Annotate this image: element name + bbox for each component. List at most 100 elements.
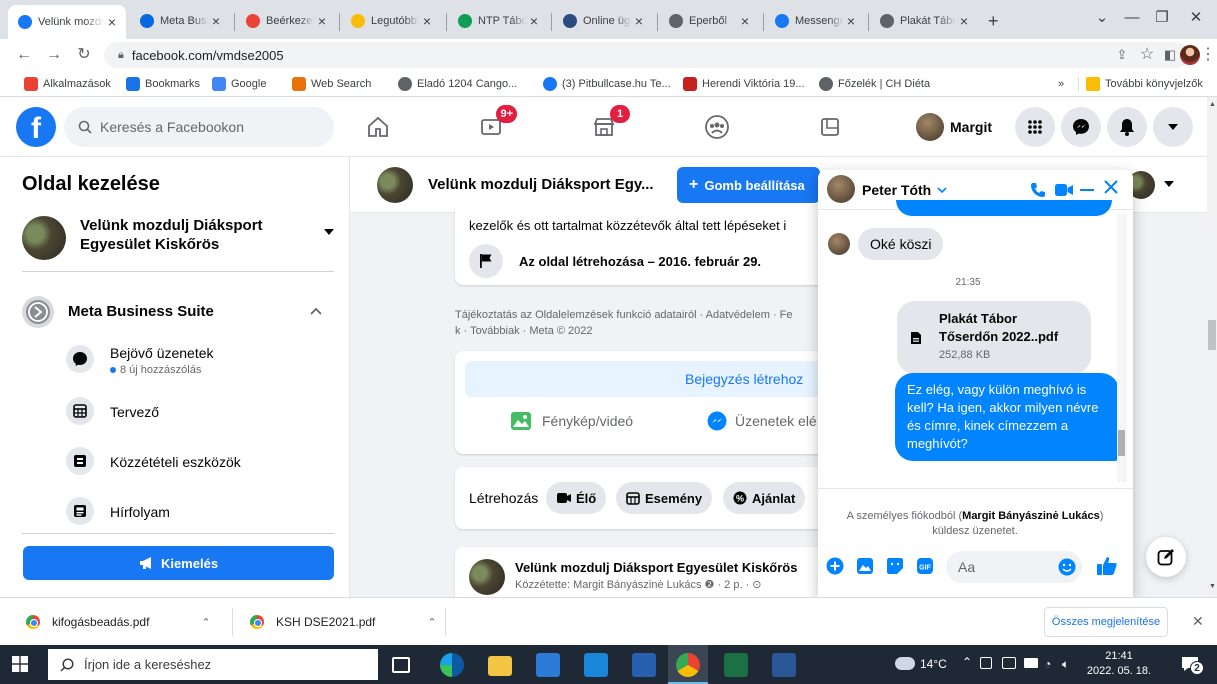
browser-tab[interactable]: Online ügy × xyxy=(553,7,653,35)
gallery-icon[interactable] xyxy=(856,557,874,575)
windows-search-box[interactable]: Írjon ide a kereséshez xyxy=(48,649,378,680)
menu-grid-icon[interactable] xyxy=(1015,107,1055,147)
chevron-up-icon[interactable]: ⌃ xyxy=(427,616,436,629)
close-chat-icon[interactable] xyxy=(1104,180,1118,194)
incoming-message[interactable]: Oké köszi xyxy=(858,228,944,260)
sidebar-item-planner[interactable]: Tervező xyxy=(110,404,159,420)
account-menu-icon[interactable] xyxy=(1153,107,1193,147)
file-explorer-icon[interactable] xyxy=(488,656,512,676)
browser-tab[interactable]: Legutóbbi × xyxy=(341,7,441,35)
close-downloads-icon[interactable]: ✕ xyxy=(1192,613,1204,630)
profile-chip[interactable]: Margit xyxy=(916,111,992,143)
back-icon[interactable]: ← xyxy=(14,45,34,65)
excel-icon[interactable] xyxy=(724,653,748,677)
chat-contact-avatar[interactable] xyxy=(827,175,855,203)
facebook-search[interactable]: Keresés a Facebookon xyxy=(64,107,334,147)
marketplace-icon[interactable]: 1 xyxy=(586,105,630,145)
messenger-icon[interactable] xyxy=(1061,107,1101,147)
voice-call-icon[interactable] xyxy=(1030,182,1046,198)
sidebar-item-news-feed[interactable]: Hírfolyam xyxy=(110,504,170,520)
attachment-card[interactable]: Plakát Tábor Tőserdőn 2022..pdf 252,88 K… xyxy=(897,301,1091,374)
video-call-icon[interactable] xyxy=(1054,182,1074,198)
browser-tab[interactable]: Velünk mozdulj× xyxy=(8,5,126,39)
messages-button[interactable]: Üzenetek elé xyxy=(707,411,817,431)
chrome-icon[interactable] xyxy=(676,653,700,677)
sidebar-item-inbox[interactable]: Bejövő üzenetek xyxy=(110,345,214,361)
download-item[interactable]: kifogásbeadás.pdf ⌃ xyxy=(26,612,211,632)
sticker-icon[interactable] xyxy=(886,557,904,575)
bookmark-item[interactable]: Eladó 1204 Cango... xyxy=(398,76,517,92)
word-icon[interactable] xyxy=(772,653,796,677)
add-plus-icon[interactable] xyxy=(826,557,844,575)
tray-screen-icon[interactable] xyxy=(1002,657,1016,669)
chat-scroll-thumb[interactable] xyxy=(1118,430,1125,456)
bookmark-item[interactable]: Herendi Viktória 19... xyxy=(683,76,805,92)
volume-icon[interactable]: 🔈︎ xyxy=(1062,657,1069,672)
weather-cloud-icon[interactable] xyxy=(895,657,915,670)
show-all-downloads-button[interactable]: Összes megjelenítése xyxy=(1044,607,1168,637)
browser-tab[interactable]: NTP Tábor× xyxy=(448,7,548,35)
facebook-logo-icon[interactable]: f xyxy=(16,107,56,147)
scroll-down-arrow-icon[interactable]: ▼ xyxy=(1209,583,1216,590)
share-icon[interactable]: ⇪ xyxy=(1112,45,1132,65)
browser-tab[interactable]: Meta Business× xyxy=(130,7,230,35)
tab-close-icon[interactable]: × xyxy=(419,13,435,29)
save-app-icon[interactable] xyxy=(632,653,656,677)
bookmarks-overflow[interactable]: » xyxy=(1058,76,1064,92)
new-message-button[interactable] xyxy=(1146,537,1186,577)
reload-icon[interactable]: ↻ xyxy=(74,45,94,65)
bookmark-item[interactable]: (3) Pitbullcase.hu Te... xyxy=(543,76,671,92)
post-author-avatar[interactable] xyxy=(469,559,505,595)
message-input[interactable]: Aa xyxy=(946,551,1082,583)
store-icon[interactable] xyxy=(536,653,560,677)
bookmark-item[interactable]: Bookmarks xyxy=(126,76,200,92)
wifi-icon[interactable]: ◔ xyxy=(1044,657,1051,671)
offer-button[interactable]: % Ajánlat xyxy=(723,482,806,514)
side-panel-icon[interactable]: ◧ xyxy=(1160,45,1180,65)
tab-close-icon[interactable]: × xyxy=(956,13,972,29)
edge-icon[interactable] xyxy=(440,653,464,677)
browser-tab[interactable]: Messenger× xyxy=(765,7,865,35)
page-name[interactable]: Velünk mozdulj Diáksport Egyesület Kiskő… xyxy=(80,216,290,254)
windows-start-icon[interactable] xyxy=(12,656,28,672)
tab-close-icon[interactable]: × xyxy=(104,14,120,30)
tab-close-icon[interactable]: × xyxy=(208,13,224,29)
outgoing-message[interactable]: Ez elég, vagy külön meghívó is kell? Ha … xyxy=(895,373,1119,461)
page-scrollbar[interactable]: ▲ ▼ xyxy=(1207,97,1217,597)
notifications-bell-icon[interactable] xyxy=(1107,107,1147,147)
taskbar-clock[interactable]: 21:41 2022. 05. 18. xyxy=(1084,649,1154,679)
promote-button[interactable]: Kiemelés xyxy=(23,546,334,580)
gif-icon[interactable]: GIF xyxy=(916,557,934,575)
chat-contact[interactable]: Peter Tóth xyxy=(862,182,947,198)
setup-button[interactable]: + Gomb beállítása xyxy=(677,167,820,203)
page-footer-links[interactable]: Tájékoztatás az Oldalelemzések funkció a… xyxy=(455,307,793,339)
emoji-icon[interactable] xyxy=(1058,558,1076,576)
browser-tab[interactable]: Beérkezett × xyxy=(236,7,336,35)
address-bar[interactable]: 🔒︎ facebook.com/vmdse2005 xyxy=(104,42,1189,68)
chat-scrollbar[interactable] xyxy=(1117,214,1127,482)
browser-tab[interactable]: Plakát Tábor × xyxy=(870,7,978,35)
tab-close-icon[interactable]: × xyxy=(843,13,859,29)
bookmark-item[interactable]: Google xyxy=(212,76,266,92)
notification-center-icon[interactable]: 2 xyxy=(1180,655,1204,675)
chrome-menu-icon[interactable]: ⋮ xyxy=(1200,45,1216,65)
home-icon[interactable] xyxy=(360,109,396,145)
task-view-icon[interactable] xyxy=(392,657,410,673)
chevron-up-icon[interactable]: ⌃ xyxy=(201,616,210,629)
groups-icon[interactable] xyxy=(699,109,735,145)
page-header-avatar[interactable] xyxy=(377,167,413,203)
minimize-chat-icon[interactable] xyxy=(1080,189,1094,191)
bookmark-item[interactable]: Alkalmazások xyxy=(24,76,111,92)
mail-icon[interactable] xyxy=(584,653,608,677)
chevron-up-icon[interactable] xyxy=(310,307,322,315)
gaming-icon[interactable] xyxy=(812,109,848,145)
create-post-button[interactable]: Bejegyzés létrehoz xyxy=(465,361,825,397)
other-bookmarks[interactable]: További könyvjelzők xyxy=(1086,76,1203,92)
browser-tab[interactable]: Eperből × xyxy=(659,7,759,35)
like-thumb-icon[interactable] xyxy=(1096,556,1118,576)
forward-icon[interactable]: → xyxy=(44,45,64,65)
photo-video-button[interactable]: Fénykép/videó xyxy=(510,411,633,431)
event-button[interactable]: Esemény xyxy=(616,482,713,514)
tray-chevron-up-icon[interactable]: ⌃ xyxy=(962,655,972,669)
page-header-title[interactable]: Velünk mozdulj Diáksport Egy... xyxy=(428,176,654,193)
